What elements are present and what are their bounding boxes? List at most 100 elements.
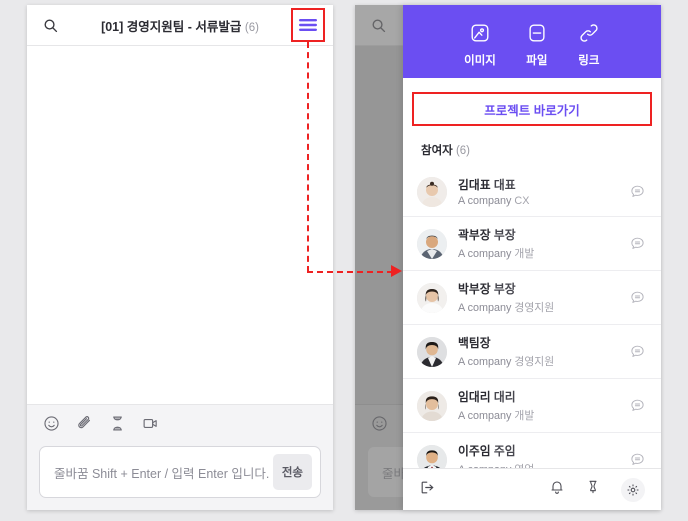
chat-detail-panel: 이미지 파일 링크 프로젝트 바로가기 참여자 (6) 김대표 대표 A com… [403,5,661,510]
participant-name: 이주임 주임 [458,442,627,459]
video-icon[interactable] [142,415,159,437]
search-icon[interactable] [37,18,63,33]
avatar [417,444,447,468]
page-title: [01] 경영지원팀 - 서류발급 (6) [63,16,297,35]
attachment-icon[interactable] [76,415,93,437]
gear-icon[interactable] [621,477,645,502]
message-input-wrap[interactable]: 줄바꿈 Shift + Enter / 입력 Enter 입니다. 전송 [39,446,321,498]
participant-company-text: A company [458,356,512,368]
chat-bubble-icon[interactable] [627,184,647,199]
participant-rank: 부장 [493,282,516,296]
chat-bubble-icon[interactable] [627,290,647,305]
list-item[interactable]: 곽부장 부장 A company 개발 [403,217,661,271]
participants-heading: 참여자 (6) [403,126,661,167]
participant-rank: 부장 [493,228,516,242]
participant-company: A company 경영지원 [458,299,627,315]
participant-name: 곽부장 부장 [458,226,627,243]
participant-info: 곽부장 부장 A company 개발 [447,226,627,261]
participant-company: A company 영업 [458,461,627,468]
avatar [417,390,447,421]
chat-bubble-icon[interactable] [627,236,647,251]
panel-tab-bar: 이미지 파일 링크 [403,5,661,78]
tab-images[interactable]: 이미지 [464,22,496,68]
participant-company: A company 개발 [458,407,627,423]
chat-bubble-icon[interactable] [627,398,647,413]
participant-info: 임대리 대리 A company 개발 [447,388,627,423]
annotation-line-horizontal [307,271,393,273]
chat-footer: 줄바꿈 Shift + Enter / 입력 Enter 입니다. 전송 [27,404,333,510]
participant-name-text: 박부장 [458,282,491,296]
participant-company-text: A company [458,302,512,314]
annotation-line-vertical [307,42,309,272]
participants-count: (6) [455,145,471,157]
participant-name-text: 임대리 [458,390,491,404]
exit-icon [419,479,436,501]
tab-links[interactable]: 링크 [578,22,600,68]
participant-name: 박부장 부장 [458,280,627,297]
project-shortcut-label: 프로젝트 바로가기 [484,103,580,118]
chat-title-text: [01] 경영지원팀 - 서류발급 [101,19,242,34]
participant-company: A company CX [458,195,627,207]
screenshot-stage: [01] 경영지원팀 - 서류발급 (6) 줄바꿈 Shift + Enter … [0,0,688,521]
participant-name-text: 이주임 [458,444,491,458]
search-icon[interactable] [365,18,391,33]
leave-room-button[interactable] [419,479,549,501]
participant-dept: 개발 [514,248,535,260]
participant-dept: 개발 [514,410,535,422]
list-item[interactable]: 박부장 부장 A company 경영지원 [403,271,661,325]
chat-toolbar [39,413,321,446]
panel-bottom-actions [549,477,645,502]
chat-header: [01] 경영지원팀 - 서류발급 (6) [27,5,333,46]
participant-company-text: A company [458,248,512,260]
annotation-arrowhead [391,265,402,277]
emoji-icon[interactable] [43,415,60,437]
chat-bubble-icon[interactable] [627,344,647,359]
participant-rank: 대리 [493,390,516,404]
avatar [417,336,447,367]
chat-bubble-icon[interactable] [627,452,647,467]
hamburger-menu-icon[interactable] [291,8,325,42]
chat-message-area [27,46,333,404]
participant-dept: CX [514,195,530,207]
file-icon [526,22,548,47]
tab-files[interactable]: 파일 [526,22,548,68]
avatar [417,282,447,313]
participant-name: 임대리 대리 [458,388,627,405]
participant-dept: 경영지원 [514,302,555,314]
participant-name-text: 김대표 [458,178,491,192]
avatar [417,176,447,207]
tab-links-label: 링크 [578,54,600,67]
list-item[interactable]: 임대리 대리 A company 개발 [403,379,661,433]
list-item[interactable]: 백팀장 A company 경영지원 [403,325,661,379]
participant-rank: 주임 [493,444,516,458]
send-button[interactable]: 전송 [272,454,312,490]
list-item[interactable]: 이주임 주임 A company 영업 [403,433,661,468]
chat-window-left: [01] 경영지원팀 - 서류발급 (6) 줄바꿈 Shift + Enter … [27,5,333,510]
panel-bottom-bar [403,468,661,510]
participant-company-text: A company [458,195,512,207]
tab-images-label: 이미지 [464,54,496,67]
participant-rank: 대표 [493,178,516,192]
participant-name: 김대표 대표 [458,176,627,193]
link-icon [578,22,600,47]
message-input[interactable]: 줄바꿈 Shift + Enter / 입력 Enter 입니다. [54,463,273,482]
participant-name-text: 백팀장 [458,336,491,350]
participant-company: A company 개발 [458,245,627,261]
participant-dept: 경영지원 [514,356,555,368]
participant-info: 김대표 대표 A company CX [447,176,627,207]
project-shortcut-button[interactable]: 프로젝트 바로가기 [412,92,652,126]
participant-company-text: A company [458,410,512,422]
emoji-icon[interactable] [371,415,388,437]
tab-files-label: 파일 [526,54,548,67]
bell-icon[interactable] [549,479,565,500]
chat-member-count: (6) [244,21,259,34]
participant-name: 백팀장 [458,334,627,351]
participants-title: 참여자 [421,145,453,157]
avatar [417,228,447,259]
list-item[interactable]: 김대표 대표 A company CX [403,167,661,217]
pin-icon[interactable] [585,479,601,500]
participants-list: 김대표 대표 A company CX 곽부장 부장 A company 개발 … [403,167,661,468]
hourglass-icon[interactable] [109,415,126,437]
image-icon [469,22,491,47]
participant-info: 백팀장 A company 경영지원 [447,334,627,369]
